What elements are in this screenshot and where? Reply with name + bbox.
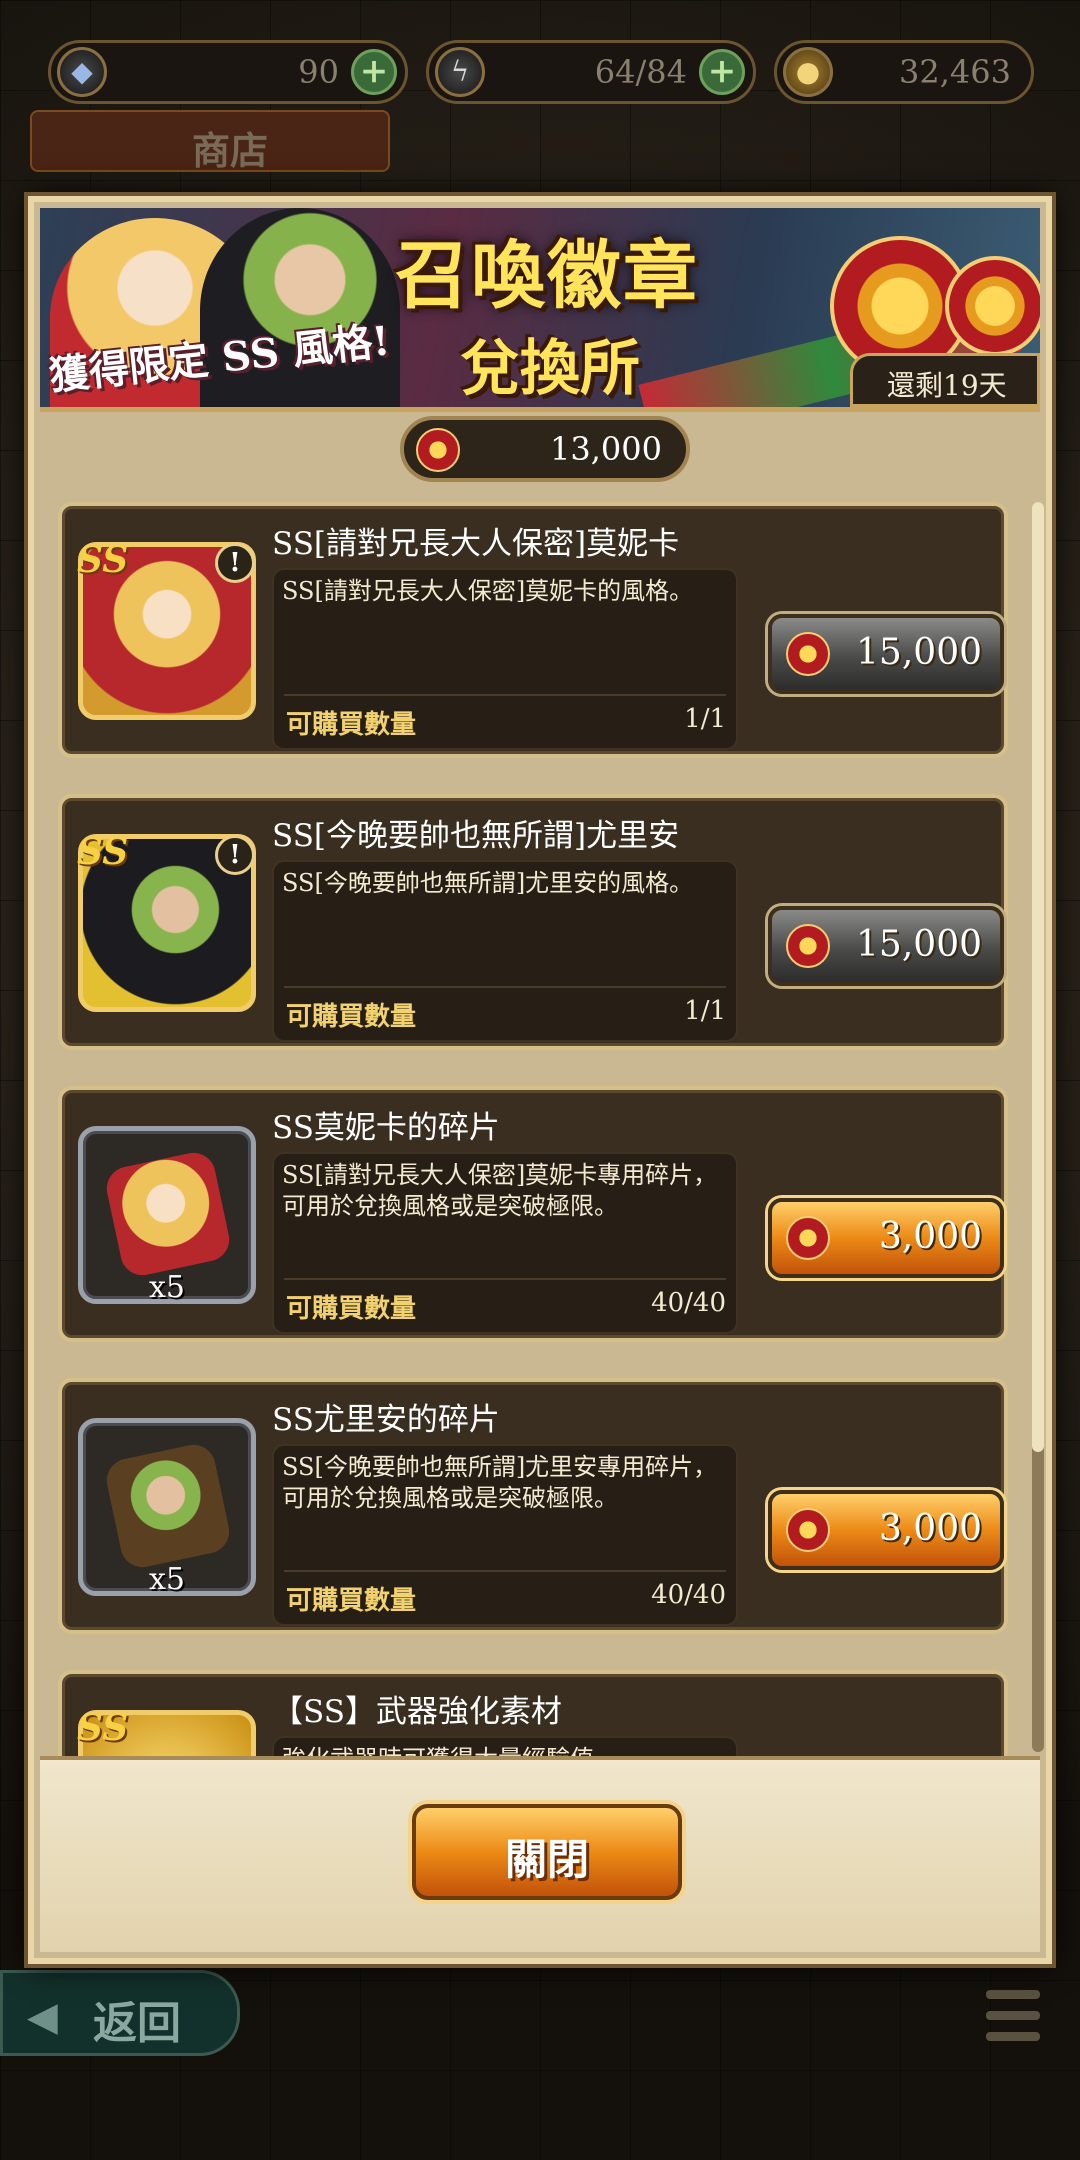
item-description: SS[今晚要帥也無所謂]尤里安專用碎片，可用於兌換風格或是突破極限。 [282, 1453, 718, 1512]
item-name: SS[請對兄長大人保密]莫妮卡 [272, 526, 680, 562]
item-thumbnail[interactable]: x5 [78, 1418, 256, 1597]
divider [284, 694, 726, 696]
purchase-limit-count: 1/1 [684, 704, 726, 734]
summon-medal-icon [786, 924, 830, 968]
add-stamina-button[interactable]: + [699, 49, 745, 95]
price-label: 3,000 [878, 1216, 982, 1257]
summon-medal-icon [416, 428, 460, 472]
resource-bar: ◆ 90 + ϟ 64/84 + ● 32,463 [30, 40, 1050, 110]
buy-button[interactable]: 3,000 [768, 1490, 1004, 1570]
item-description: SS[今晚要帥也無所謂]尤里安的風格。 [282, 869, 694, 897]
ss-rank-badge: SS [77, 1707, 129, 1749]
medal-balance-value: 13,000 [550, 430, 662, 468]
divider [284, 1570, 726, 1572]
banner-subtitle: 兌換所 [460, 334, 640, 404]
item-quantity: x5 [148, 1270, 185, 1305]
medal-balance: 13,000 [400, 416, 690, 482]
gold-counter: ● 32,463 [774, 40, 1034, 104]
exchange-modal: 獲得限定 SS 風格! 召喚徽章 兌換所 還剩19天 13,000 SS ! S… [28, 196, 1052, 1964]
scrollbar[interactable] [1032, 502, 1044, 1752]
purchase-limit-count: 1/1 [684, 996, 726, 1026]
close-button[interactable]: 關閉 [412, 1804, 682, 1900]
item-thumbnail[interactable]: SS ! [77, 539, 256, 720]
gem-icon: ◆ [57, 47, 107, 97]
divider [284, 1278, 726, 1280]
item-thumbnail[interactable]: x5 [78, 1126, 256, 1305]
purchase-limit-label: 可購買數量 [286, 1294, 417, 1324]
item-name: SS[今晚要帥也無所謂]尤里安 [272, 818, 680, 854]
divider [284, 986, 726, 988]
back-arrow-icon: ◀ [27, 1993, 58, 2040]
banner-title: 召喚徽章 [395, 233, 699, 319]
days-left: 還剩19天 [887, 369, 1007, 402]
summon-medal-icon-small [945, 256, 1040, 356]
buy-button[interactable]: 15,000 [768, 906, 1004, 986]
purchase-limit-label: 可購買數量 [286, 1586, 417, 1616]
price-label: 15,000 [856, 924, 982, 965]
exclamation-icon: ! [215, 835, 255, 875]
buy-button[interactable]: 15,000 [768, 614, 1004, 694]
modal-footer: 關閉 [40, 1756, 1040, 1952]
item-name: SS尤里安的碎片 [272, 1402, 500, 1438]
shop-tab-label: 商店 [192, 128, 269, 173]
list-item: x5 SS莫妮卡的碎片 SS[請對兄長大人保密]莫妮卡專用碎片，可用於兌換風格或… [58, 1086, 1008, 1342]
item-list[interactable]: SS ! SS[請對兄長大人保密]莫妮卡 SS[請對兄長大人保密]莫妮卡的風格。… [40, 492, 1040, 1762]
gold-coin-icon: ● [783, 47, 833, 97]
summon-medal-icon [786, 1508, 830, 1552]
days-left-badge: 還剩19天 [850, 353, 1040, 407]
add-gems-button[interactable]: + [351, 49, 397, 95]
purchase-limit-count: 40/40 [651, 1288, 726, 1318]
purchase-limit-label: 可購買數量 [286, 1002, 417, 1032]
close-button-label: 關閉 [504, 1835, 589, 1884]
list-item: SS ! SS[請對兄長大人保密]莫妮卡 SS[請對兄長大人保密]莫妮卡的風格。… [58, 502, 1008, 758]
event-banner: 獲得限定 SS 風格! 召喚徽章 兌換所 還剩19天 [40, 208, 1040, 412]
item-name: 【SS】武器強化素材 [272, 1694, 562, 1730]
list-item: x5 SS尤里安的碎片 SS[今晚要帥也無所謂]尤里安專用碎片，可用於兌換風格或… [58, 1378, 1008, 1634]
stamina-value: 64/84 [594, 53, 687, 91]
shop-tab: 商店 [30, 110, 390, 173]
item-description-box: SS[請對兄長大人保密]莫妮卡專用碎片，可用於兌換風格或是突破極限。 可購買數量… [272, 1152, 738, 1334]
summon-medal-icon [786, 632, 830, 676]
item-name: SS莫妮卡的碎片 [272, 1110, 500, 1146]
item-quantity: x5 [148, 1562, 185, 1597]
gold-value: 32,463 [899, 53, 1011, 91]
list-item: SS 【SS】武器強化素材 強化武器時可獲得大量經驗值。 [58, 1670, 1008, 1762]
item-description-box: SS[今晚要帥也無所謂]尤里安專用碎片，可用於兌換風格或是突破極限。 可購買數量… [272, 1444, 738, 1626]
menu-icon[interactable] [986, 1990, 1040, 2053]
stamina-icon: ϟ [435, 47, 485, 97]
ss-rank-badge: SS [77, 539, 129, 581]
price-label: 15,000 [856, 632, 982, 673]
price-label: 3,000 [878, 1508, 982, 1549]
scrollbar-thumb[interactable] [1032, 502, 1044, 1452]
purchase-limit-label: 可購買數量 [286, 710, 417, 740]
purchase-limit-count: 40/40 [651, 1580, 726, 1610]
item-description: SS[請對兄長大人保密]莫妮卡專用碎片，可用於兌換風格或是突破極限。 [282, 1161, 718, 1220]
exclamation-icon: ! [215, 543, 255, 583]
back-button[interactable]: ◀ 返回 [0, 1970, 240, 2056]
summon-medal-icon [786, 1216, 830, 1260]
item-thumbnail[interactable]: SS [77, 1707, 256, 1762]
item-thumbnail[interactable]: SS ! [77, 831, 256, 1012]
buy-button[interactable]: 3,000 [768, 1198, 1004, 1278]
monica-fragment-icon [102, 1148, 234, 1280]
gems-counter: ◆ 90 + [48, 40, 408, 104]
item-description-box: SS[今晚要帥也無所謂]尤里安的風格。 可購買數量 1/1 [272, 860, 738, 1042]
stamina-counter: ϟ 64/84 + [426, 40, 756, 104]
julian-fragment-icon [102, 1440, 234, 1572]
item-description: SS[請對兄長大人保密]莫妮卡的風格。 [282, 577, 694, 605]
gems-value: 90 [298, 53, 339, 91]
back-button-label: 返回 [93, 1998, 181, 2049]
ss-rank-badge: SS [77, 831, 129, 873]
item-description-box: SS[請對兄長大人保密]莫妮卡的風格。 可購買數量 1/1 [272, 568, 738, 750]
list-item: SS ! SS[今晚要帥也無所謂]尤里安 SS[今晚要帥也無所謂]尤里安的風格。… [58, 794, 1008, 1050]
